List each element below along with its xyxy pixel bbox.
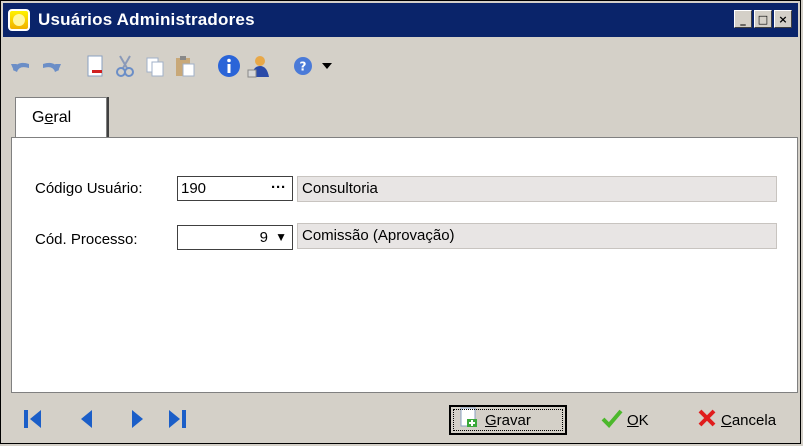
maximize-button[interactable]: □ xyxy=(754,10,772,28)
info-icon[interactable] xyxy=(217,54,241,78)
previous-record-icon[interactable] xyxy=(75,407,99,431)
title-bar[interactable]: Usuários Administradores _ □ × xyxy=(3,3,798,37)
bottom-bar: Gravar OK Cancela xyxy=(3,397,798,443)
gravar-button[interactable]: Gravar xyxy=(449,405,567,435)
window-title: Usuários Administradores xyxy=(38,10,255,29)
copy-icon[interactable] xyxy=(143,54,167,78)
form-panel: Código Usuário: 190 ··· Consultoria Cód.… xyxy=(11,137,798,393)
lookup-button[interactable]: ··· xyxy=(271,179,286,196)
redo-icon[interactable] xyxy=(39,54,63,78)
toolbar: ? xyxy=(9,49,339,83)
close-x-icon xyxy=(697,408,717,432)
tab-geral[interactable]: Ge ral xyxy=(15,97,107,137)
undo-icon[interactable] xyxy=(9,54,33,78)
tab-divider xyxy=(107,97,109,137)
cod-processo-label: Cód. Processo: xyxy=(35,231,138,248)
codigo-usuario-label: Código Usuário: xyxy=(35,180,143,197)
cod-processo-select[interactable]: 9 ▼ xyxy=(177,225,293,250)
window: Usuários Administradores _ □ × ? G e ral… xyxy=(0,0,801,444)
chevron-down-icon[interactable]: ▼ xyxy=(275,230,287,244)
cancel-button[interactable]: Cancela xyxy=(697,405,776,435)
save-document-icon xyxy=(459,407,479,433)
ok-button[interactable]: OK xyxy=(601,405,649,435)
dropdown-arrow-icon[interactable] xyxy=(321,54,333,78)
user-icon[interactable] xyxy=(247,54,271,78)
cut-icon[interactable] xyxy=(113,54,137,78)
cod-processo-description: Comissão (Aprovação) xyxy=(297,223,777,249)
minimize-button[interactable]: _ xyxy=(734,10,752,28)
paste-icon[interactable] xyxy=(173,54,197,78)
codigo-usuario-description: Consultoria xyxy=(297,176,777,202)
checkmark-icon xyxy=(601,408,623,432)
close-button[interactable]: × xyxy=(774,10,792,28)
svg-text:?: ? xyxy=(300,60,307,74)
app-icon xyxy=(8,9,30,31)
last-record-icon[interactable] xyxy=(165,407,189,431)
help-icon[interactable]: ? xyxy=(291,54,315,78)
first-record-icon[interactable] xyxy=(21,407,45,431)
next-record-icon[interactable] xyxy=(125,407,149,431)
codigo-usuario-input[interactable]: 190 ··· xyxy=(177,176,293,201)
new-document-icon[interactable] xyxy=(83,54,107,78)
